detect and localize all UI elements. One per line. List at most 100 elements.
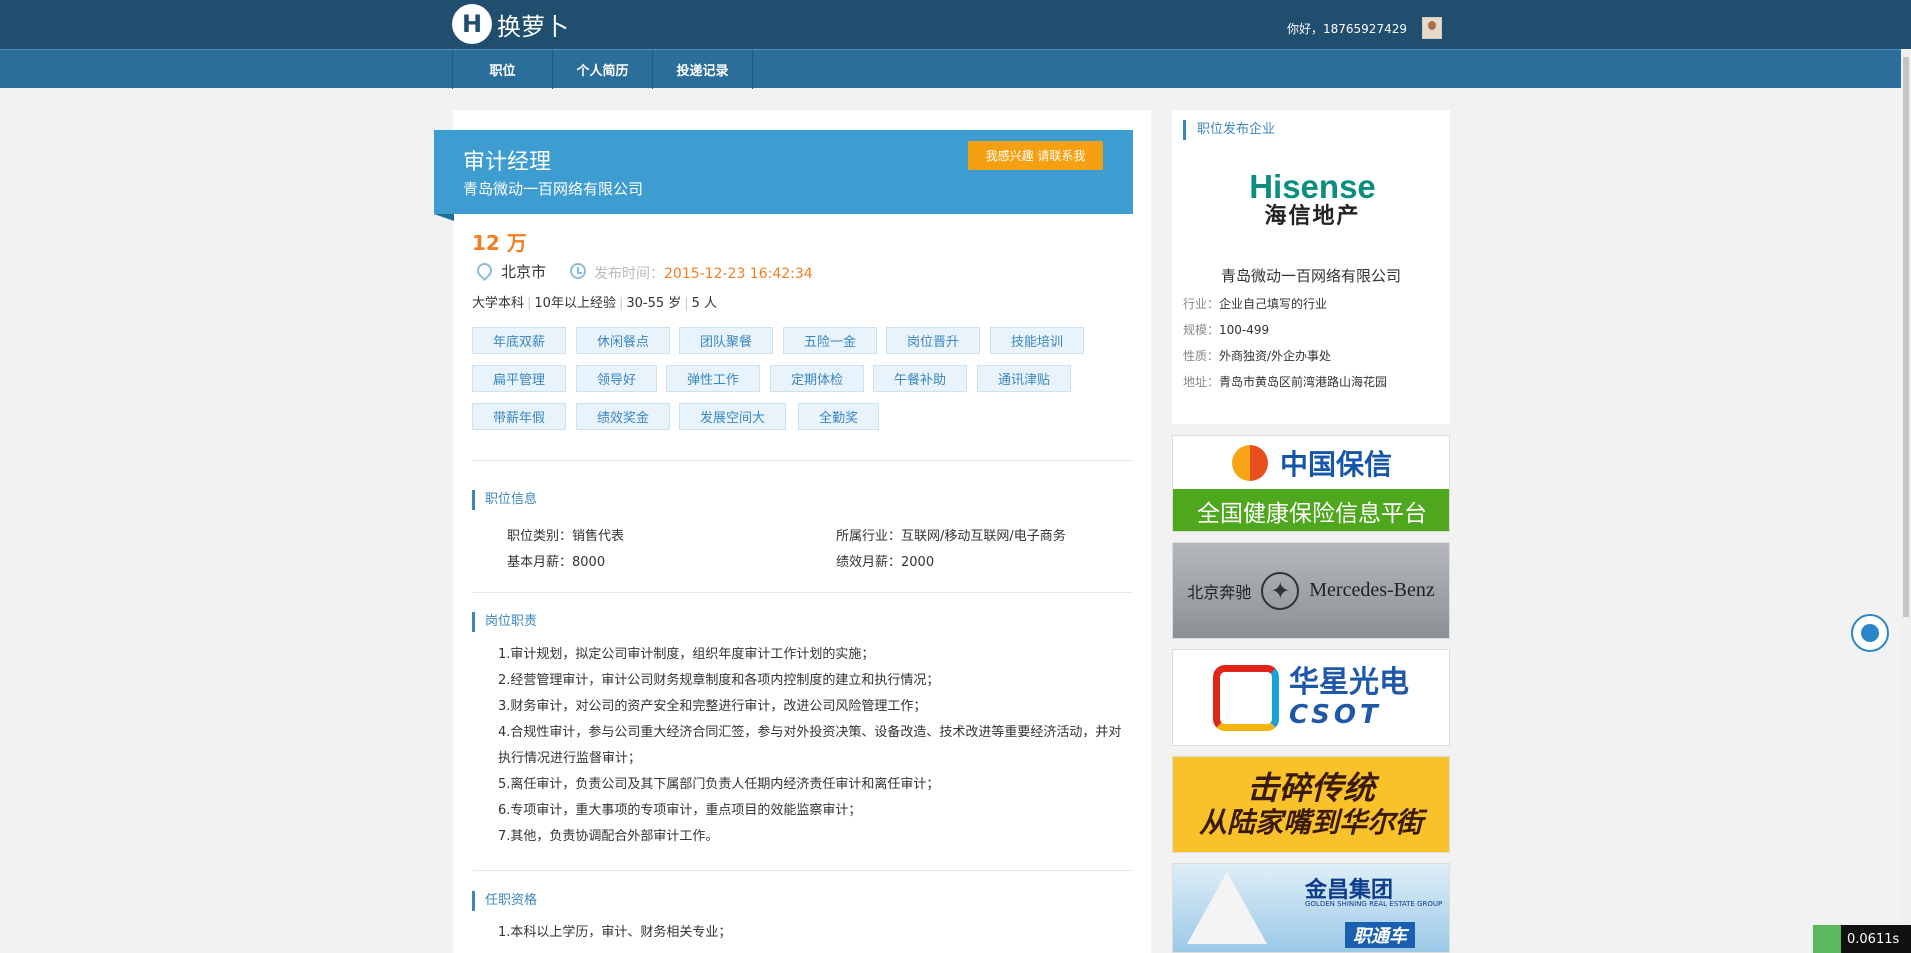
req-education: 大学本科 [472,296,525,311]
position-info-title: 职位信息 [472,490,537,510]
ad-subtitle: 从陆家嘴到华尔街 [1198,805,1423,839]
benefit-tag: 发展空间大 [679,403,787,430]
benefit-tag: 绩效奖金 [576,403,671,430]
duty-item: 2.经营管理审计，审计公司财务规章制度和各项内控制度的建立和执行情况； [498,673,940,688]
header-ribbon-fold [434,214,454,221]
duty-item: 4.合规性审计，参与公司重大经济合同汇签，参与对外投资决策、设备改造、技术改进等… [498,725,1122,766]
duty-item: 6.专项审计，重大事项的专项审计，重点项目的效能监察审计； [498,803,862,818]
section-divider [473,592,1132,593]
ad-title: 华星光电 [1289,664,1409,700]
publish-info: 发布时间：2015-12-23 16:42:34 [594,263,813,283]
logo-mark: H [452,4,492,44]
timer-icon [1813,925,1841,953]
company-logo-en: Hisense [1249,168,1376,205]
nature-label: 性质： [1183,349,1220,363]
company-logo[interactable]: Hisense 海信地产 [1230,170,1395,230]
company-nature-row: 性质：外商独资/外企办事处 [1183,347,1331,364]
benefit-tag: 五险一金 [783,327,878,354]
scale-label: 规模： [1183,323,1220,337]
company-scale-row: 规模：100-499 [1183,321,1269,338]
job-salary: 12 万 [472,231,527,255]
benefit-tag: 领导好 [576,365,658,392]
benefit-tag: 休闲餐点 [576,327,671,354]
ad-banner-finance[interactable]: 击碎传统 从陆家嘴到华尔街 [1172,756,1450,853]
company-address-row: 地址：青岛市黄岛区前湾港路山海花园 [1183,373,1387,390]
ad-title: 中国保信 [1279,447,1392,481]
company-industry: 企业自己填写的行业 [1219,297,1328,311]
address-label: 地址： [1183,375,1220,389]
logo-text: 换萝卜 [497,12,569,41]
benefit-tag: 定期体检 [770,365,865,392]
ad-banner-baoxin[interactable]: 中国保信 全国健康保险信息平台 [1172,435,1450,532]
ad-subtitle: Mercedes-Benz [1309,579,1435,601]
benefit-tag: 通讯津贴 [977,365,1072,392]
ad-subtitle: GOLDEN SHINING REAL ESTATE GROUP [1305,900,1443,908]
performance-salary: 绩效月薪：2000 [836,555,935,570]
customer-service-icon[interactable] [1851,614,1889,652]
job-title: 审计经理 [463,150,552,175]
baoxin-logo-icon [1231,444,1268,481]
publish-time: 2015-12-23 16:42:34 [664,266,813,282]
load-timer: 0.0611s [1813,925,1911,953]
job-industry: 所属行业：互联网/移动互联网/电子商务 [836,529,1066,544]
user-greeting[interactable]: 你好，18765927429 [1287,20,1407,37]
nav-item-jobs[interactable]: 职位 [453,50,553,89]
avatar[interactable] [1422,17,1442,39]
req-headcount: 5 人 [691,296,718,311]
interest-button[interactable]: 我感兴趣 请联系我 [968,141,1103,170]
scrollbar-thumb[interactable] [1903,57,1909,617]
ad-title: 北京奔驰 [1187,582,1252,602]
ad-tag: 职通车 [1345,922,1415,948]
company-industry-row: 行业：企业自己填写的行业 [1183,295,1327,312]
company-card-title: 职位发布企业 [1183,120,1275,140]
main-nav: 职位 个人简历 投递记录 [0,49,1911,89]
company-scale: 100-499 [1219,323,1270,337]
nav-item-resume[interactable]: 个人简历 [553,50,653,89]
benefit-tag: 岗位晋升 [886,327,981,354]
site-logo[interactable]: H 换萝卜 [452,4,569,44]
job-location: 北京市 [501,263,547,281]
sailing-ship-icon [1187,872,1267,944]
benefit-tag: 午餐补助 [873,365,968,392]
benefit-tag: 全勤奖 [798,403,880,430]
industry-label: 行业： [1183,297,1220,311]
benefit-tag: 带薪年假 [472,403,567,430]
clock-icon [570,263,586,279]
nav-item-applications[interactable]: 投递记录 [653,50,753,89]
qualifications-title: 任职资格 [472,891,537,911]
req-age: 30-55 岁 [626,296,682,311]
job-company[interactable]: 青岛微动一百网络有限公司 [463,178,643,199]
benefit-tag: 团队聚餐 [679,327,774,354]
ad-subtitle: CSOT [1289,699,1382,730]
duties-title: 岗位职责 [472,612,537,632]
company-address: 青岛市黄岛区前湾港路山海花园 [1219,375,1388,389]
benefit-tag: 年底双薪 [472,327,567,354]
publish-label: 发布时间： [594,266,664,282]
ad-subtitle: 全国健康保险信息平台 [1173,489,1449,531]
section-divider [473,460,1132,461]
benefit-tag: 扁平管理 [472,365,567,392]
benefit-tag: 技能培训 [990,327,1085,354]
base-salary: 基本月薪：8000 [507,555,606,570]
ad-banner-mercedes[interactable]: 北京奔驰 ✦ Mercedes-Benz [1172,542,1450,639]
ad-title: 击碎传统 [1246,768,1375,807]
ad-banner-jinchang[interactable]: 金昌集团 GOLDEN SHINING REAL ESTATE GROUP 职通… [1172,863,1450,953]
job-requirements: 大学本科 | 10年以上经验 | 30-55 岁 | 5 人 [472,296,718,311]
company-logo-cn: 海信地产 [1264,204,1361,229]
qualification-item: 1.本科以上学历，审计、财务相关专业； [498,925,732,940]
duty-item: 5.离任审计，负责公司及其下属部门负责人任期内经济责任审计和离任审计； [498,777,940,792]
ad-banner-csot[interactable]: 华星光电 CSOT [1172,649,1450,746]
mercedes-star-icon: ✦ [1261,571,1300,610]
duty-item: 3.财务审计，对公司的资产安全和完整进行审计，改进公司风险管理工作； [498,699,927,714]
req-experience: 10年以上经验 [534,296,616,311]
top-bar: H 换萝卜 你好，18765927429 [0,0,1911,49]
company-name[interactable]: 青岛微动一百网络有限公司 [1172,265,1450,286]
section-divider [473,870,1132,871]
duty-item: 1.审计规划，拟定公司审计制度，组织年度审计工作计划的实施； [498,647,875,662]
csot-logo-icon [1213,664,1279,731]
company-nature: 外商独资/外企办事处 [1219,349,1332,363]
job-category: 职位类别：销售代表 [507,529,625,544]
duty-item: 7.其他，负责协调配合外部审计工作。 [498,829,719,844]
page-scrollbar[interactable] [1901,49,1911,953]
benefit-tag: 弹性工作 [666,365,761,392]
